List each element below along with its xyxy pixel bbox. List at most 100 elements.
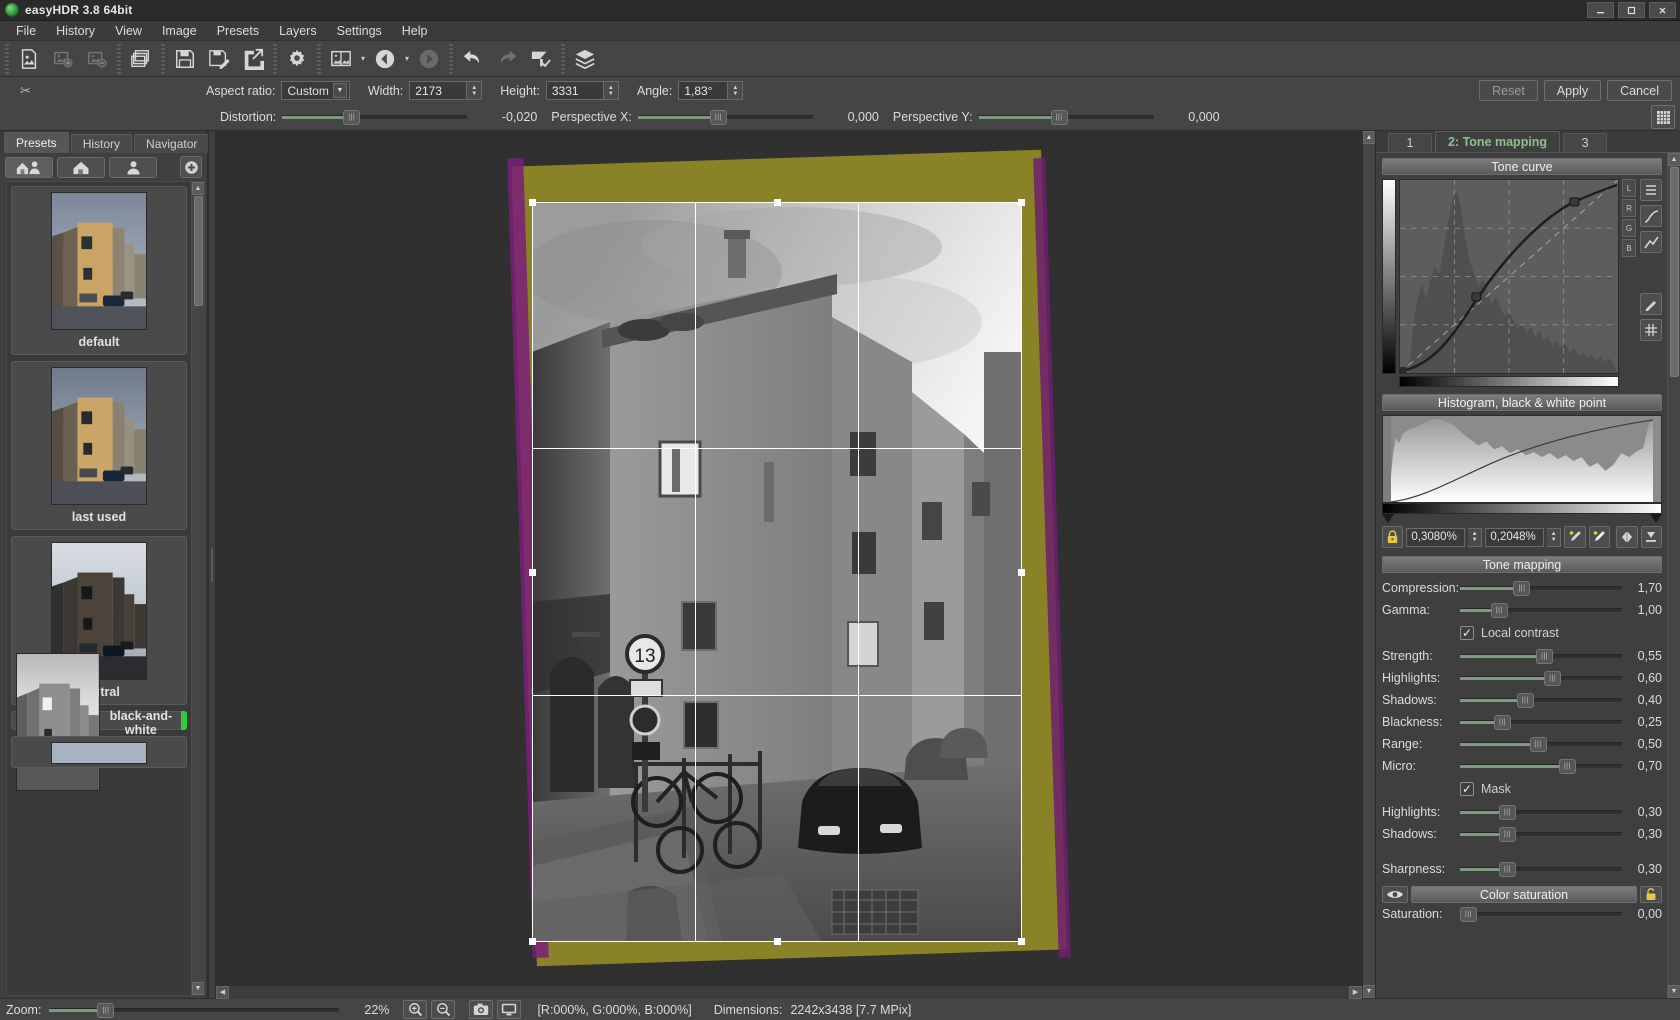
menu-item-image[interactable]: Image	[152, 22, 207, 40]
width-stepper[interactable]: ▲ ▼	[467, 81, 483, 100]
scroll-down-arrow-icon[interactable]: ▼	[191, 982, 204, 995]
menu-item-view[interactable]: View	[105, 22, 152, 40]
close-button[interactable]	[1649, 2, 1676, 18]
width-input[interactable]: 2173	[409, 81, 468, 100]
channel-button-l[interactable]: L	[1622, 179, 1636, 197]
mask-checkbox[interactable]: ✓	[1460, 782, 1474, 796]
apply-button[interactable]: Apply	[1543, 80, 1602, 101]
unlock-icon[interactable]	[1640, 886, 1662, 903]
crop-handle-s[interactable]	[774, 938, 781, 945]
builtin-presets-filter[interactable]	[57, 156, 105, 178]
redo-icon[interactable]	[490, 43, 524, 75]
histogram-bw-strip[interactable]	[1382, 503, 1662, 514]
scroll-left-arrow-icon[interactable]: ◀	[216, 985, 229, 999]
menu-item-file[interactable]: File	[6, 22, 46, 40]
channel-button-b[interactable]: B	[1622, 239, 1636, 257]
remove-image-icon[interactable]	[80, 43, 114, 75]
add-preset-button[interactable]	[180, 156, 202, 178]
strength-slider[interactable]: |||	[1460, 645, 1622, 667]
maximize-button[interactable]	[1618, 2, 1645, 18]
scroll-down-arrow-icon[interactable]: ▼	[1667, 985, 1680, 998]
layers-icon[interactable]	[568, 43, 602, 75]
zoom-slider[interactable]: |||	[49, 1002, 340, 1018]
auto-levels-icon[interactable]	[1616, 526, 1638, 548]
blackness-slider[interactable]: |||	[1460, 711, 1622, 733]
tab-tone-mapping[interactable]: 2: Tone mapping	[1435, 131, 1561, 152]
zoom-in-icon[interactable]	[403, 1000, 428, 1019]
grid-toggle-icon[interactable]	[1640, 319, 1662, 341]
white-point-input[interactable]: 0,2048%	[1485, 527, 1544, 547]
open-image-icon[interactable]	[12, 43, 46, 75]
tab-step-1[interactable]: 1	[1388, 133, 1432, 152]
save-as-icon[interactable]	[202, 43, 236, 75]
crop-handle-se[interactable]	[1018, 938, 1025, 945]
mask-shadows-slider[interactable]: |||	[1460, 823, 1622, 845]
lock-icon[interactable]	[1382, 526, 1404, 548]
black-point-input[interactable]: 0,3080%	[1406, 527, 1465, 547]
preset-list-scrollbar[interactable]: ▲ ▼	[191, 182, 204, 995]
previous-dropdown-caret-icon[interactable]: ▾	[402, 43, 412, 75]
save-icon[interactable]	[168, 43, 202, 75]
preset-card-default[interactable]: default	[11, 186, 187, 355]
cancel-button[interactable]: Cancel	[1607, 80, 1672, 101]
shadows-slider[interactable]: |||	[1460, 689, 1622, 711]
tab-step-3[interactable]: 3	[1563, 133, 1608, 152]
crop-handle-n[interactable]	[774, 199, 781, 206]
scroll-down-arrow-icon[interactable]: ▼	[1362, 985, 1376, 998]
sharpness-slider[interactable]: |||	[1460, 858, 1622, 880]
preset-card-last-used[interactable]: last used	[11, 361, 187, 530]
undo-icon[interactable]	[456, 43, 490, 75]
reset-button[interactable]: Reset	[1479, 80, 1538, 101]
next-image-icon[interactable]	[412, 43, 446, 75]
right-panel-scrollbar[interactable]: ▲ ▼	[1667, 153, 1680, 998]
height-stepper[interactable]: ▲ ▼	[603, 81, 619, 100]
distortion-slider[interactable]: |||	[282, 110, 468, 125]
crop-handle-nw[interactable]	[529, 199, 536, 206]
height-input[interactable]: 3331	[545, 81, 604, 100]
channel-button-g[interactable]: G	[1622, 219, 1636, 237]
highlights-slider[interactable]: |||	[1460, 667, 1622, 689]
gamma-slider[interactable]: |||	[1460, 599, 1622, 621]
tab-history[interactable]: History	[70, 134, 133, 153]
white-point-stepper[interactable]: ▲ ▼	[1546, 527, 1562, 547]
menu-item-presets[interactable]: Presets	[207, 22, 269, 40]
monitor-icon[interactable]	[497, 1000, 522, 1019]
curve-linear-icon[interactable]	[1640, 231, 1662, 253]
menu-item-settings[interactable]: Settings	[327, 22, 392, 40]
compare-images-icon[interactable]	[324, 43, 358, 75]
camera-icon[interactable]	[469, 1000, 494, 1019]
tone-curve-canvas[interactable]	[1399, 179, 1619, 374]
previous-image-icon[interactable]	[368, 43, 402, 75]
white-point-marker[interactable]	[1650, 514, 1662, 523]
scrollbar-thumb[interactable]	[1669, 167, 1679, 377]
compare-dropdown-caret-icon[interactable]: ▾	[358, 43, 368, 75]
zoom-out-icon[interactable]	[431, 1000, 456, 1019]
compression-slider[interactable]: |||	[1460, 577, 1622, 599]
preset-card-black-and-white[interactable]: black-and-white	[11, 652, 187, 791]
crop-tool-icon[interactable]	[524, 43, 558, 75]
tone-curve-header[interactable]: Tone curve	[1382, 158, 1662, 175]
reset-levels-icon[interactable]	[1640, 526, 1662, 548]
perspective-y-slider[interactable]: |||	[978, 110, 1154, 125]
angle-stepper[interactable]: ▲ ▼	[728, 81, 744, 100]
local-contrast-checkbox[interactable]: ✓	[1460, 626, 1474, 640]
preset-card-partial[interactable]	[11, 736, 187, 768]
angle-input[interactable]: 1,83°	[678, 81, 729, 100]
black-point-marker[interactable]	[1382, 514, 1394, 523]
tone-mapping-header[interactable]: Tone mapping	[1382, 556, 1662, 573]
crop-handle-w[interactable]	[529, 569, 536, 576]
color-saturation-header[interactable]: Color saturation	[1411, 886, 1637, 903]
grid-icon[interactable]	[1651, 105, 1675, 129]
scroll-up-arrow-icon[interactable]: ▲	[1667, 153, 1680, 166]
channel-button-r[interactable]: R	[1622, 199, 1636, 217]
saturation-slider[interactable]: |||	[1460, 903, 1622, 925]
scroll-up-arrow-icon[interactable]: ▲	[1362, 131, 1376, 144]
eyedropper-black-icon[interactable]	[1564, 526, 1586, 548]
image-canvas[interactable]: 13	[216, 131, 1362, 985]
range-slider[interactable]: |||	[1460, 733, 1622, 755]
aspect-ratio-select[interactable]: Custom ▼	[281, 81, 350, 100]
scrollbar-track-horizontal[interactable]	[229, 985, 1349, 999]
left-splitter[interactable]	[208, 131, 216, 998]
histogram-header[interactable]: Histogram, black & white point	[1382, 394, 1662, 411]
minimize-button[interactable]	[1587, 2, 1614, 18]
